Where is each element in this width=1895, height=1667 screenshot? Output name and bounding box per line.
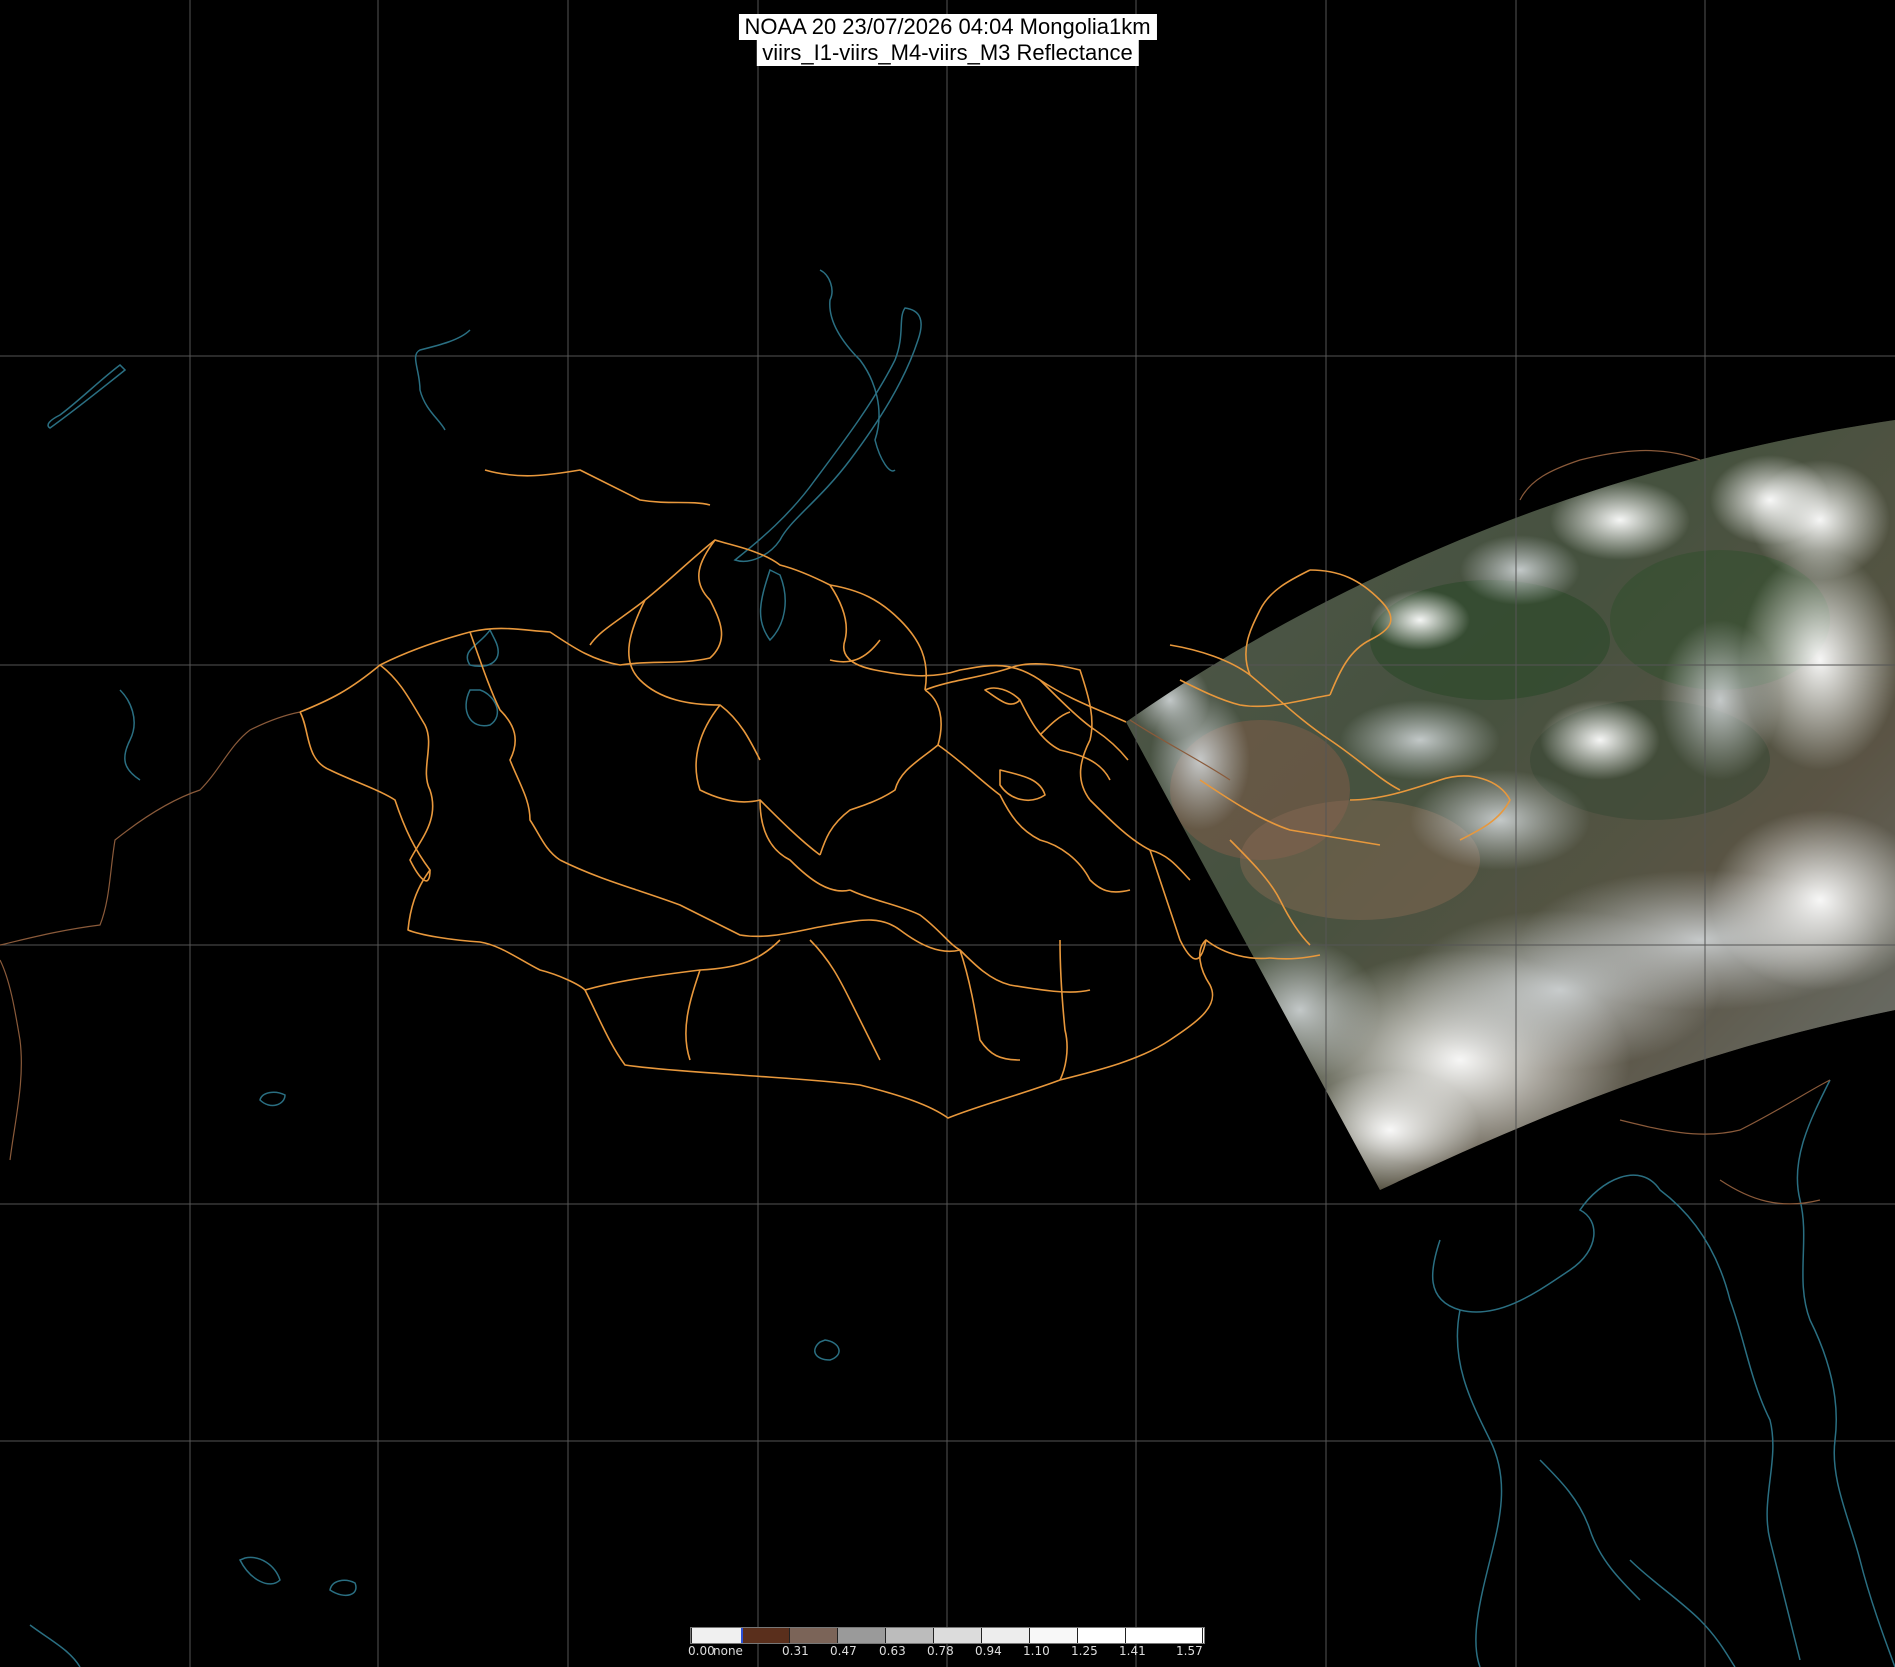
colorbar-tick [1202, 1628, 1203, 1643]
colorbar-tick [1125, 1628, 1126, 1643]
colorbar-segment [789, 1628, 837, 1643]
colorbar-tick-label: 0.94 [975, 1644, 1002, 1658]
colorbar-tick-label: 0.78 [927, 1644, 954, 1658]
satellite-swath [1126, 420, 1895, 1190]
colorbar-tick-label: 0.63 [879, 1644, 906, 1658]
colorbar-tick [981, 1628, 982, 1643]
colorbar-tick [837, 1628, 838, 1643]
map-title-line-1: NOAA 20 23/07/2026 04:04 Mongolia1km [738, 14, 1157, 40]
colorbar-tick-label: 1.41 [1119, 1644, 1146, 1658]
colorbar-tick [885, 1628, 886, 1643]
colorbar-tick-label: 0.31 [782, 1644, 809, 1658]
colorbar-tick [1029, 1628, 1030, 1643]
colorbar-segment [1029, 1628, 1077, 1643]
colorbar-segment [933, 1628, 981, 1643]
colorbar-tick [789, 1628, 790, 1643]
colorbar-tick-label: 1.10 [1023, 1644, 1050, 1658]
colorbar-tick-label: 1.57 [1176, 1644, 1203, 1658]
colorbar-none-marker [741, 1628, 743, 1643]
colorbar-segment [885, 1628, 933, 1643]
colorbar-tick-label: 0.47 [830, 1644, 857, 1658]
colorbar-segment [1077, 1628, 1125, 1643]
colorbar-tick-labels: 0.00 none 0.31 0.47 0.63 0.78 0.94 1.10 … [688, 1644, 1205, 1662]
colorbar-segment [691, 1628, 741, 1643]
map-canvas[interactable] [0, 0, 1895, 1667]
colorbar-tick [691, 1628, 692, 1643]
colorbar-segment [1125, 1628, 1204, 1643]
colorbar-tick [933, 1628, 934, 1643]
colorbar-segment [981, 1628, 1029, 1643]
colorbar-gradient [690, 1627, 1205, 1644]
colorbar-tick-label: 1.25 [1071, 1644, 1098, 1658]
map-title-line-2: viirs_I1-viirs_M4-viirs_M3 Reflectance [756, 40, 1139, 66]
colorbar-label-none: none [713, 1644, 743, 1658]
colorbar-segment [741, 1628, 789, 1643]
colorbar-label-start: 0.00 [688, 1644, 715, 1658]
colorbar-segment [837, 1628, 885, 1643]
colorbar-tick [1077, 1628, 1078, 1643]
reflectance-colorbar: 0.00 none 0.31 0.47 0.63 0.78 0.94 1.10 … [688, 1627, 1205, 1665]
